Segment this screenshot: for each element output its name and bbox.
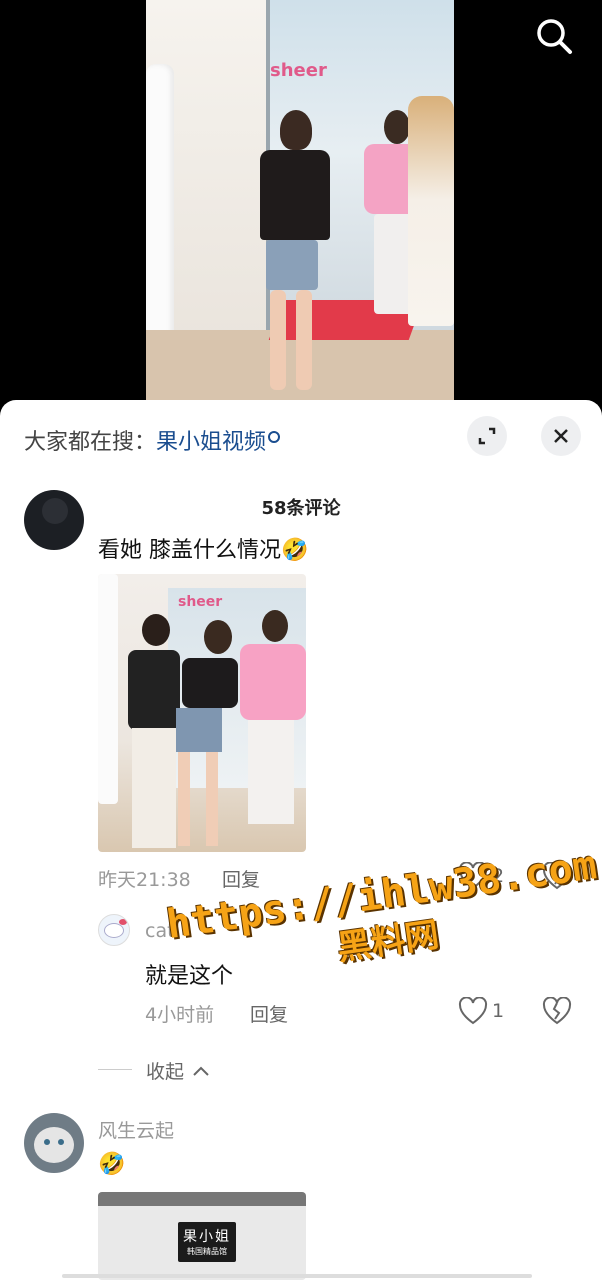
photo-person-left-head — [142, 614, 170, 646]
close-button[interactable] — [541, 416, 581, 456]
mini-search-icon — [268, 431, 281, 443]
search-button[interactable] — [534, 16, 574, 56]
search-suggestion-prefix: 大家都在搜： — [24, 430, 157, 455]
avatar-cat[interactable] — [24, 1113, 84, 1173]
photo2-sign-sub: 韩国精品馆 — [187, 1247, 227, 1256]
reply-avatar[interactable] — [98, 914, 130, 946]
comment-image[interactable]: 果小姐 韩国精品馆 — [98, 1192, 306, 1280]
comment-emoji: 🤣 — [98, 1152, 126, 1177]
video-person-black-top — [256, 110, 330, 390]
comment-image[interactable]: sheer — [98, 574, 306, 852]
home-indicator — [62, 1274, 532, 1278]
photo-person-left-top — [128, 650, 180, 730]
photo2-ceiling — [98, 1192, 306, 1206]
video-shop-sign: sheer — [270, 60, 327, 81]
search-icon — [537, 19, 572, 54]
avatar[interactable] — [24, 490, 84, 550]
photo-person-right-head — [262, 610, 288, 642]
comments-count: 58条评论 — [261, 498, 341, 519]
reply-button[interactable]: 回复 — [222, 865, 260, 892]
video-mannequin-dress — [408, 96, 454, 326]
video-player[interactable]: sheer — [146, 0, 454, 402]
search-suggestion-keyword[interactable]: 果小姐视频 — [156, 430, 266, 455]
comment-username[interactable]: 风生云起 — [98, 1116, 174, 1143]
dislike-icon[interactable] — [542, 997, 572, 1025]
expand-icon — [478, 427, 496, 445]
screen: sheer 大家都在搜：果小姐视频 58条评论 看她 膝盖什么情况🤣 sheer… — [0, 0, 602, 1280]
chevron-up-icon — [193, 1066, 209, 1076]
close-icon — [554, 429, 568, 443]
reply-time: 4小时前 — [145, 1004, 215, 1026]
photo2-shop-sign: 果小姐 韩国精品馆 — [178, 1222, 236, 1262]
photo-person-left-pants — [132, 728, 176, 848]
reply-reply-button[interactable]: 回复 — [250, 1000, 288, 1027]
photo-person-right-pants — [248, 720, 294, 824]
photo-person-middle-top — [182, 658, 238, 708]
photo2-sign-text: 果小姐 — [183, 1229, 231, 1245]
comment-time: 昨天21:38 — [98, 869, 191, 891]
photo-person-right-top — [240, 644, 306, 720]
photo-person-middle-head — [204, 620, 232, 654]
collapse-label: 收起 — [146, 1061, 185, 1083]
heart-icon[interactable] — [458, 997, 488, 1025]
comment-text: 看她 膝盖什么情况🤣 — [98, 532, 308, 564]
comment-text-body: 看她 膝盖什么情况 — [98, 538, 281, 563]
expand-button[interactable] — [467, 416, 507, 456]
photo-person-middle-leg — [178, 752, 190, 846]
collapse-replies-button[interactable]: 收起 — [146, 1057, 210, 1084]
reply-like-count: 1 — [492, 1000, 505, 1022]
photo-person-middle-leg — [206, 752, 218, 846]
photo-shop-sign: sheer — [178, 594, 223, 610]
photo-ac-unit — [98, 574, 118, 804]
photo-person-middle-shorts — [176, 708, 222, 752]
search-suggestion[interactable]: 大家都在搜：果小姐视频 — [24, 424, 281, 456]
collapse-divider — [98, 1069, 132, 1070]
laugh-emoji: 🤣 — [281, 538, 309, 563]
